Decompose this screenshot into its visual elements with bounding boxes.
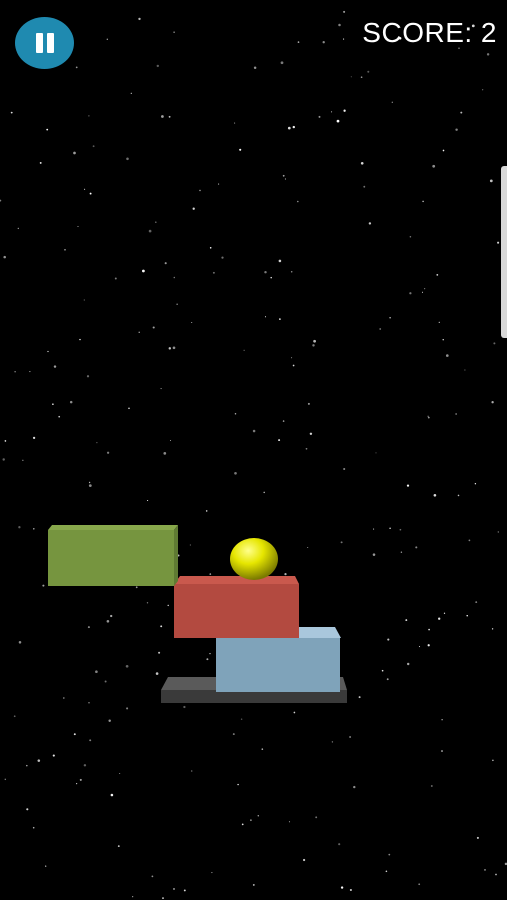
- green-block-front: [48, 530, 174, 586]
- score-display: SCORE: 2: [362, 17, 497, 48]
- game-scene[interactable]: [0, 0, 507, 900]
- green-block-top: [48, 525, 178, 530]
- red-block-front: [174, 584, 299, 638]
- red-block: [174, 576, 299, 638]
- pause-icon-bar-left: [36, 33, 43, 53]
- red-block-top: [174, 576, 299, 584]
- green-block: [48, 525, 178, 586]
- yellow-ball: [230, 538, 278, 580]
- light-blue-block-front: [216, 638, 340, 692]
- pause-button[interactable]: [15, 17, 74, 69]
- edge-scroll-handle[interactable]: [501, 166, 507, 338]
- pause-icon-bar-right: [47, 33, 54, 53]
- game-screen[interactable]: SCORE: 2: [0, 0, 507, 900]
- pause-icon: [15, 17, 74, 69]
- green-block-side: [174, 525, 178, 586]
